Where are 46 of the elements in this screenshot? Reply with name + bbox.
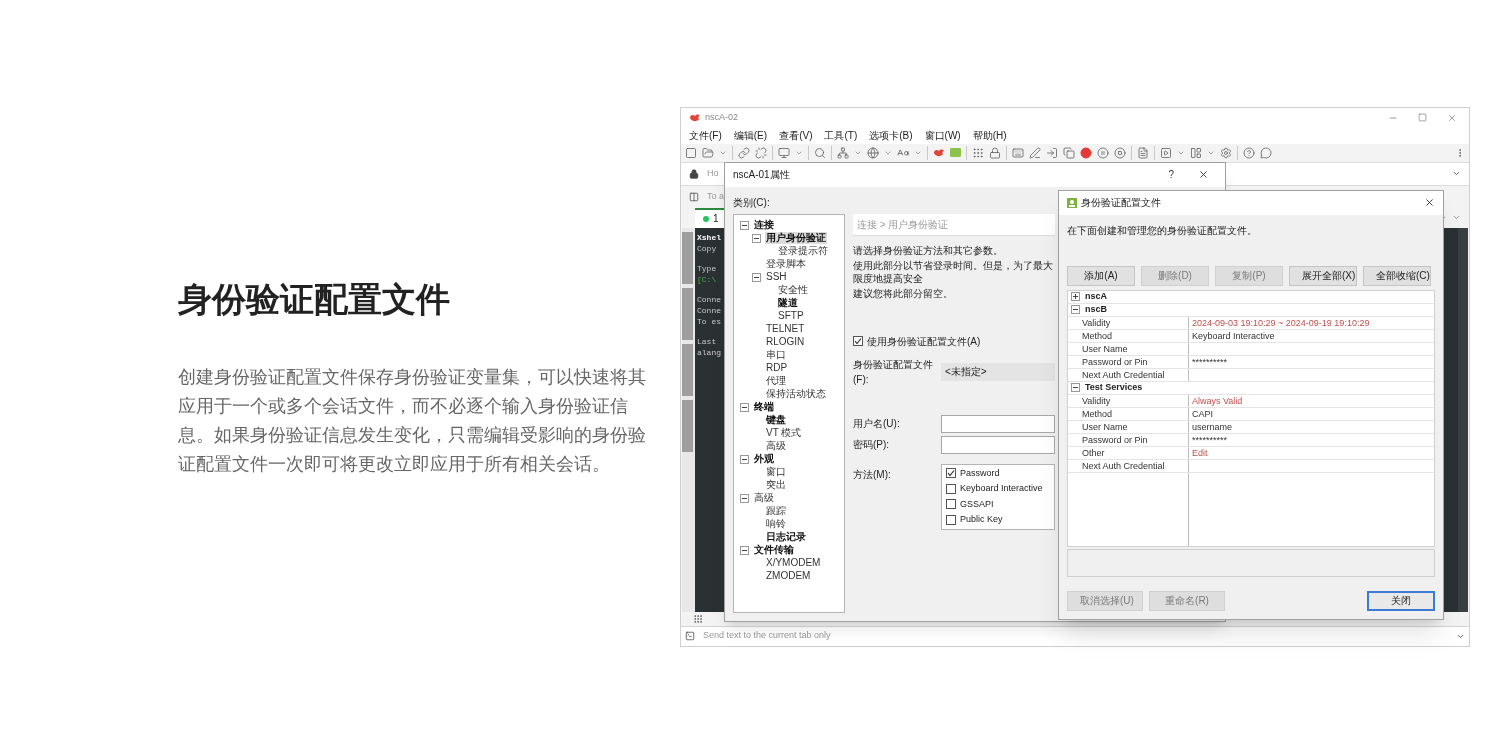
property-name: Method [1068, 407, 1189, 420]
property-name: Validity [1068, 394, 1189, 407]
property-value: username [1191, 420, 1233, 433]
checkbox-label: Public Key [960, 513, 1003, 526]
property-value: ********** [1191, 355, 1228, 368]
dialog-title: 身份验证配置文件 [1081, 196, 1161, 210]
section-title: 身份验证配置文件 [178, 279, 450, 320]
property-name: Method [1068, 329, 1189, 342]
description-text: 请选择身份验证方法和其它参数。 [853, 243, 1004, 257]
dialog-title: nscA-01属性 [733, 168, 790, 182]
checkbox-label: Keyboard Interactive [960, 482, 1043, 495]
property-name: Next Auth Credential [1068, 459, 1189, 472]
breadcrumb: 连接 > 用户身份验证 [853, 213, 1055, 236]
category-label: 类别(C): [733, 195, 770, 210]
terminal-line: Conne [697, 304, 721, 316]
property-name: Next Auth Credential [1068, 368, 1189, 381]
field-label: 用户名(U): [853, 417, 901, 431]
field-label: 方法(M): [853, 467, 892, 482]
hint-text: To a [707, 189, 724, 203]
checkbox-label: 使用身份验证配置文件(A) [867, 334, 981, 349]
description-text: 建议您将此部分留空。 [853, 286, 954, 300]
window-title: nscA-02 [705, 110, 739, 124]
terminal-line: [C:\ [697, 273, 717, 285]
terminal-line: Last [697, 335, 717, 347]
terminal-line: Conne [697, 293, 721, 305]
property-value: ********** [1191, 433, 1228, 446]
terminal-line: To es [697, 315, 721, 327]
checkbox-label: GSSAPI [960, 497, 994, 511]
terminal-line: Type [697, 262, 717, 274]
property-name: Password or Pin [1068, 355, 1189, 368]
field-label: 密码(P): [853, 438, 891, 452]
terminal-line: Xshel [697, 231, 721, 243]
description-text: 在下面创建和管理您的身份验证配置文件。 [1067, 223, 1258, 238]
property-name: Password or Pin [1068, 433, 1189, 446]
terminal-line: alang [697, 346, 721, 358]
property-name: Other [1068, 446, 1189, 459]
property-name: Validity [1068, 316, 1189, 329]
property-value: Keyboard Interactive [1191, 329, 1275, 342]
terminal-line: Copy [697, 242, 717, 254]
field-label: 身份验证配置文件(F): [853, 357, 934, 387]
property-value: CAPI [1191, 407, 1213, 420]
property-name: User Name [1068, 420, 1189, 433]
checkbox-label: Password [960, 466, 1000, 480]
property-name: User Name [1068, 342, 1189, 355]
section-body: 创建身份验证配置文件保存身份验证变量集，可以快速将其应用于一个或多个会话文件，而不必逐个输入身份验证信息。如果身份验证信息发生变化，只需编辑受影响的身份验证配置文件一次即可将更改立即应用于所有相关会话。 [178, 366, 646, 476]
description-text: 使用此部分以节省登录时间。但是，为了最大限度地提高安全 [853, 258, 1054, 285]
